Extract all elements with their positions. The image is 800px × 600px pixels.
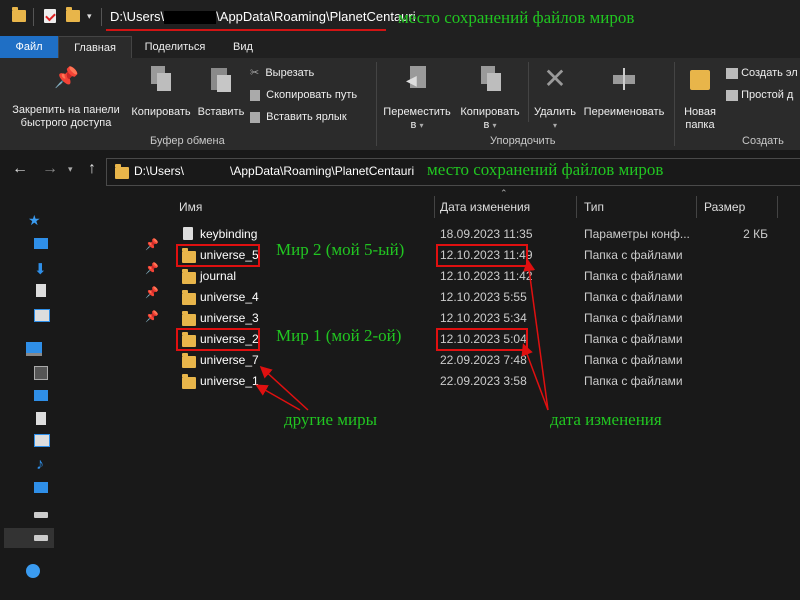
arrow-other-worlds-1 bbox=[255, 384, 301, 411]
arrow-date-universe-5 bbox=[523, 259, 549, 411]
arrow-other-worlds-2 bbox=[259, 365, 309, 411]
annotation-arrows bbox=[255, 259, 549, 411]
